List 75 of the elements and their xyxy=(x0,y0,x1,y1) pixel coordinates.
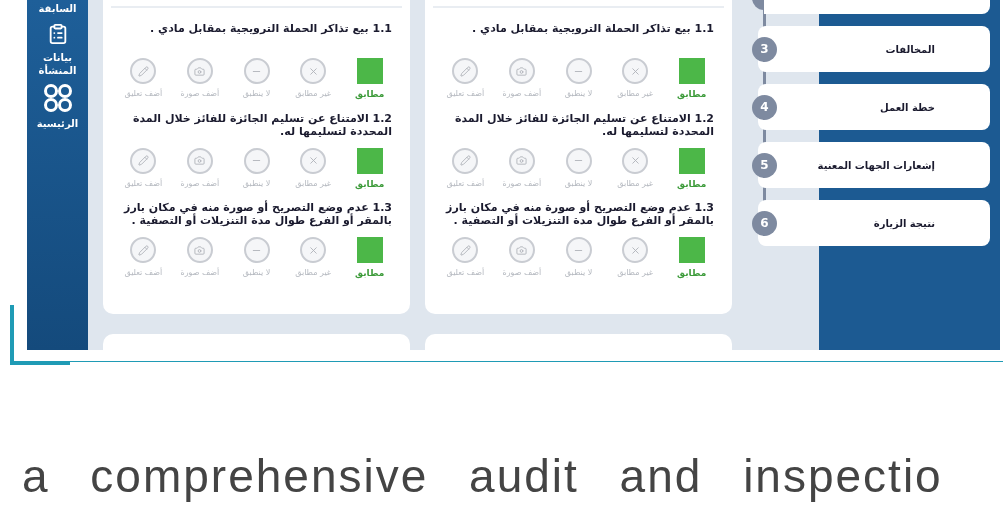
option-label: أضف تعليق xyxy=(446,177,485,190)
option-label: لا ينطبق xyxy=(564,88,593,100)
sidebar-item[interactable]: السابقة xyxy=(29,2,86,15)
option-label: غير مطابق xyxy=(617,267,653,279)
option-toggle[interactable] xyxy=(300,237,327,263)
option-toggle[interactable] xyxy=(508,147,535,174)
selected-square[interactable] xyxy=(356,237,383,263)
option-label: أضف صورة xyxy=(180,88,220,100)
question-text: 1.3 عدم وضع التصريح أو صورة منه في مكان بارز بالمقر أو الفرع طوال مدة التنزيلات أو التصفية . xyxy=(122,201,393,229)
selected-square[interactable] xyxy=(356,58,383,84)
question-text: 1.3 عدم وضع التصريح أو صورة منه في مكان بارز بالمقر أو الفرع طوال مدة التنزيلات أو التصفية . xyxy=(444,201,715,229)
option-label: أضف تعليق xyxy=(446,267,485,279)
selected-square[interactable] xyxy=(678,147,705,174)
option-label: أضف صورة xyxy=(502,88,542,100)
option-label: مطابق xyxy=(677,88,707,102)
option-label: لا ينطبق xyxy=(242,177,271,190)
option-toggle[interactable] xyxy=(243,237,270,263)
option-toggle[interactable] xyxy=(243,58,270,84)
option-toggle[interactable] xyxy=(452,237,479,263)
option-toggle[interactable] xyxy=(130,147,157,174)
option-label: أضف تعليق xyxy=(446,88,485,100)
selected-square[interactable] xyxy=(678,237,705,263)
option-label: أضف صورة xyxy=(502,267,542,279)
option-toggle[interactable] xyxy=(508,237,535,263)
step-label: خطة العمل xyxy=(880,100,935,115)
option-toggle[interactable] xyxy=(508,58,535,84)
option-toggle[interactable] xyxy=(622,237,649,263)
option-toggle[interactable] xyxy=(186,58,213,84)
question-text: 1.1 بيع تذاكر الحملة الترويجية بمقابل مادي . xyxy=(471,22,715,37)
sidebar-item[interactable]: بيانات المنشأة xyxy=(29,51,86,77)
option-label: غير مطابق xyxy=(295,88,331,100)
sidebar-item[interactable]: الرئيسية xyxy=(29,117,86,130)
option-label: لا ينطبق xyxy=(564,267,593,279)
option-toggle[interactable] xyxy=(300,58,327,84)
option-toggle[interactable] xyxy=(186,237,213,263)
option-label: أضف صورة xyxy=(180,267,220,279)
option-label: أضف تعليق xyxy=(124,267,163,279)
option-toggle[interactable] xyxy=(186,147,213,174)
option-toggle[interactable] xyxy=(130,237,157,263)
step-label: نتيجة الزيارة xyxy=(873,216,935,231)
option-label: لا ينطبق xyxy=(242,88,271,100)
option-toggle[interactable] xyxy=(300,147,327,174)
option-toggle[interactable] xyxy=(622,147,649,174)
option-label: مطابق xyxy=(677,267,707,281)
option-label: غير مطابق xyxy=(295,177,331,190)
circles-icon xyxy=(42,83,73,113)
option-label: لا ينطبق xyxy=(242,267,271,279)
option-toggle[interactable] xyxy=(130,58,157,84)
selected-square[interactable] xyxy=(356,147,383,174)
option-toggle[interactable] xyxy=(565,147,592,174)
option-toggle[interactable] xyxy=(243,147,270,174)
option-toggle[interactable] xyxy=(452,147,479,174)
option-label: غير مطابق xyxy=(617,177,653,190)
option-label: مطابق xyxy=(355,88,385,102)
option-label: أضف صورة xyxy=(180,177,220,190)
option-label: مطابق xyxy=(355,177,385,191)
option-toggle[interactable] xyxy=(565,58,592,84)
option-label: مطابق xyxy=(677,177,707,191)
question-text: 1.2 الامتناع عن تسليم الجائزة للفائز خلال المدة المحددة لتسليمها له. xyxy=(131,111,393,140)
option-label: غير مطابق xyxy=(295,267,331,279)
option-label: أضف صورة xyxy=(502,177,542,190)
option-toggle[interactable] xyxy=(622,58,649,84)
step-label: المخالفات xyxy=(885,42,935,57)
step-label: إشعارات الجهات المعنية xyxy=(817,158,935,173)
caption-text: a comprehensive audit and inspectio xyxy=(22,449,944,504)
option-toggle[interactable] xyxy=(452,58,479,84)
selected-square[interactable] xyxy=(678,58,705,84)
option-label: لا ينطبق xyxy=(564,177,593,190)
option-label: غير مطابق xyxy=(617,88,653,100)
option-toggle[interactable] xyxy=(565,237,592,263)
option-label: أضف تعليق xyxy=(124,88,163,100)
option-label: مطابق xyxy=(355,267,385,281)
question-text: 1.1 بيع تذاكر الحملة الترويجية بمقابل مادي . xyxy=(149,22,393,37)
question-text: 1.2 الامتناع عن تسليم الجائزة للفائز خلال المدة المحددة لتسليمها له. xyxy=(453,111,715,140)
option-label: أضف تعليق xyxy=(124,177,163,190)
